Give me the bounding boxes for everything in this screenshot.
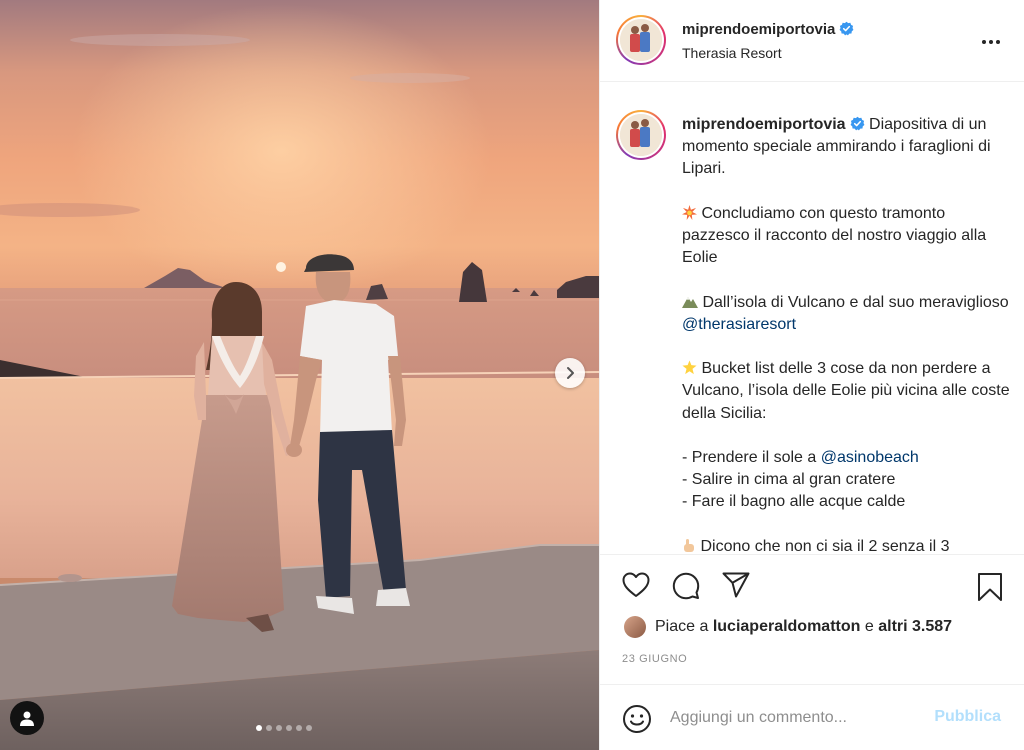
caption-paragraph-3: Bucket list delle 3 cose da non perdere … [682,360,1015,422]
caption-paragraph-1: Concludiamo con questo tramonto pazzesco… [682,204,991,267]
likes-summary[interactable]: Piace a luciaperaldomatton e altri 3.587 [624,616,952,638]
bucket-list-item-2: - Salire in cima al gran cratere [682,471,896,489]
next-slide-button[interactable] [555,358,585,388]
verified-badge-icon [850,116,865,131]
likes-connector: e [864,618,874,635]
bucket-list-item-1: - Prendere il sole a [682,449,821,467]
smiley-icon[interactable] [622,704,652,734]
user-tag-icon [20,711,34,726]
post-actions: Piace a luciaperaldomatton e altri 3.587… [600,554,1024,684]
mention-therasiaresort-link[interactable]: @therasiaresort [682,316,796,333]
paper-plane-icon[interactable] [722,572,750,598]
liker-username[interactable]: luciaperaldomatton [713,618,861,636]
comment-input[interactable] [670,701,920,735]
likes-prefix: Piace a [655,618,709,635]
caption-paragraph-2: Dall’isola di Vulcano e dal suo meravigl… [702,293,1014,311]
carousel-indicator [256,725,312,731]
verified-badge-icon [839,21,854,36]
caption-paragraph-4: Dicono che non ci sia il 2 senza il 3 [700,537,950,553]
glowing-star-emoji-icon [682,360,697,375]
comments-section[interactable]: miprendoemiportovia Diapositiva di un mo… [600,83,1024,553]
carousel-dot [276,725,282,731]
carousel-dot [266,725,272,731]
post-header: miprendoemiportovia Therasia Resort [600,0,1024,82]
carousel-dot-active [256,725,262,731]
caption-avatar[interactable] [616,110,666,160]
carousel-dot [286,725,292,731]
bookmark-icon[interactable] [977,572,1003,602]
carousel-dot [306,725,312,731]
mention-asinobeach-link[interactable]: @asinobeach [821,449,919,466]
caption-username[interactable]: miprendoemiportovia [682,116,846,133]
heart-icon[interactable] [622,572,650,598]
user-tags-button[interactable] [10,701,44,735]
hand-emoji-icon [684,538,694,552]
post-sidebar: miprendoemiportovia Therasia Resort mipr… [599,0,1024,750]
post-location[interactable]: Therasia Resort [682,45,854,61]
add-comment-bar: Pubblica [600,684,1024,750]
avatar[interactable] [616,15,666,65]
bucket-list-item-3: - Fare il bagno alle acque calde [682,493,906,511]
chevron-right-icon [567,367,574,379]
carousel-dot [296,725,302,731]
more-options-button[interactable] [981,32,1001,50]
post-caption: miprendoemiportovia Diapositiva di un mo… [682,114,1012,553]
mountain-emoji-icon [682,296,698,308]
collision-emoji-icon [682,204,697,220]
publish-button[interactable]: Pubblica [934,708,1001,726]
liker-avatar[interactable] [624,616,646,638]
likes-others-count[interactable]: altri 3.587 [878,618,952,636]
post-photo[interactable] [0,0,599,750]
post-author-username[interactable]: miprendoemiportovia [682,21,835,38]
more-options-icon [982,40,1000,44]
comment-bubble-icon[interactable] [672,572,700,600]
post-date[interactable]: 23 GIUGNO [622,653,687,665]
sunset-couple-image [0,0,599,750]
